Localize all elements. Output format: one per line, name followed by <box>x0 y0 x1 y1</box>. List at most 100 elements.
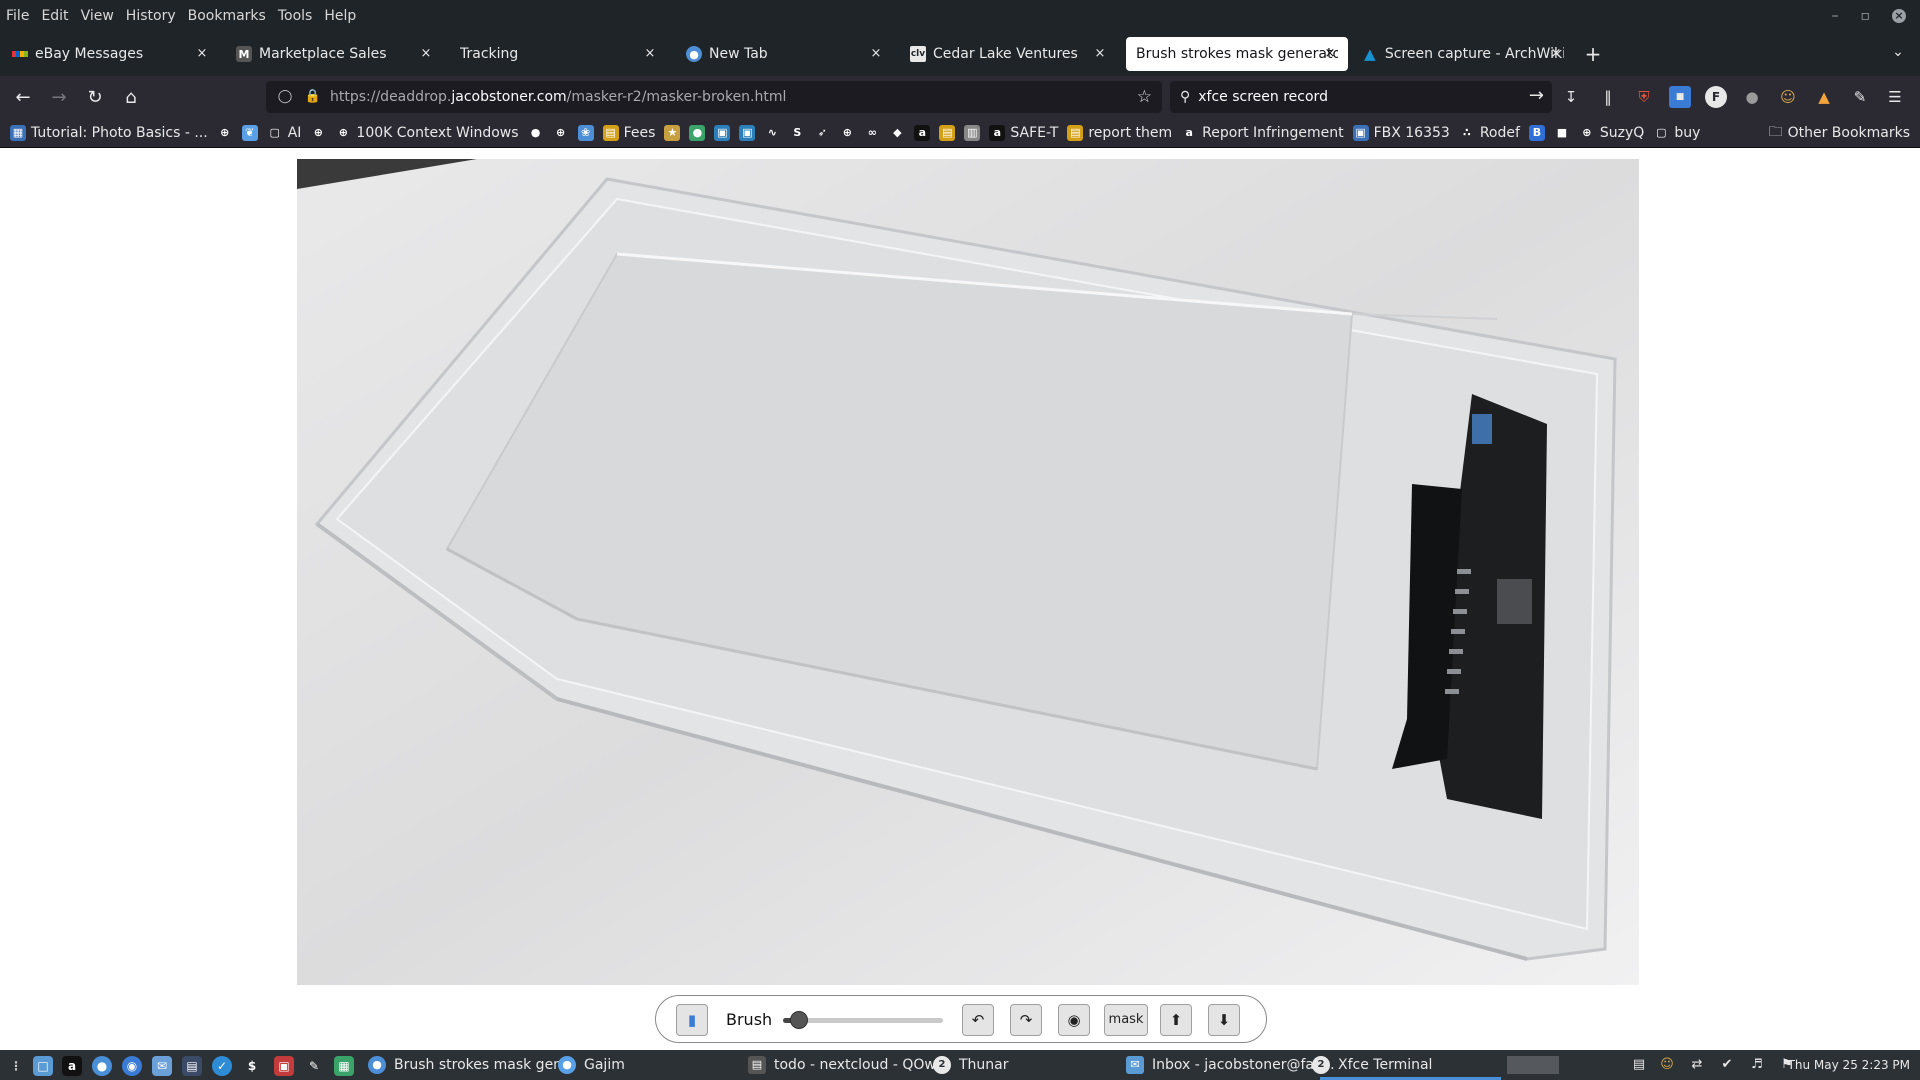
menu-bookmarks[interactable]: Bookmarks <box>188 8 266 24</box>
puzzle-extension-icon[interactable]: ● <box>1741 86 1763 108</box>
brush-size-slider[interactable] <box>783 1011 943 1029</box>
maximize-icon[interactable]: ▫ <box>1861 8 1871 24</box>
bookmark-star-icon[interactable]: ☆ <box>1137 87 1152 107</box>
bookmark-item[interactable]: ◆ <box>889 124 906 141</box>
close-tab-icon[interactable]: × <box>868 46 884 62</box>
apps-grid-icon[interactable]: ⋮ <box>6 1056 26 1076</box>
bookmark-item[interactable]: ● <box>689 124 706 141</box>
minimize-icon[interactable]: – <box>1832 8 1839 24</box>
bookmark-item[interactable]: ∞ <box>864 124 881 141</box>
close-tab-icon[interactable]: × <box>194 46 210 62</box>
tray-app-icon[interactable]: ☺ <box>1658 1056 1676 1074</box>
menu-edit[interactable]: Edit <box>41 8 68 24</box>
sheet-launcher-icon[interactable]: ▦ <box>334 1056 354 1076</box>
tab-new-tab[interactable]: ● New Tab × <box>676 37 894 71</box>
bookmark-item[interactable]: S <box>789 124 806 141</box>
new-tab-button[interactable]: + <box>1583 41 1603 67</box>
bookmark-item[interactable]: ▢ AI <box>266 124 301 141</box>
downloads-icon[interactable]: ↧ <box>1560 86 1582 108</box>
library-icon[interactable]: ‖ <box>1597 86 1619 108</box>
bookmark-item[interactable]: ▣ <box>714 124 731 141</box>
back-icon[interactable]: ← <box>9 84 37 112</box>
search-bar[interactable]: ⚲ xfce screen record → <box>1170 81 1552 113</box>
file-manager-icon[interactable]: □ <box>33 1056 53 1076</box>
bookmark-item[interactable]: ❦ <box>241 124 258 141</box>
bookmark-item[interactable]: ▣ FBX 16353 <box>1352 124 1450 141</box>
bookmark-item[interactable]: ⊕ 100K Context Windows <box>335 124 519 141</box>
lock-icon[interactable]: 🔒 <box>304 88 322 106</box>
bookmark-item[interactable]: ▦ Tutorial: Photo Basics - ... <box>10 124 208 141</box>
bookmark-item[interactable]: ▤ Fees <box>602 124 655 141</box>
extensions-icon[interactable]: ✎ <box>1849 86 1871 108</box>
bookmark-item[interactable]: ⊕ <box>552 124 569 141</box>
taskbar-window-browser[interactable]: ● Brush strokes mask gen... <box>368 1054 575 1076</box>
terminal-launcher-icon[interactable]: $ <box>242 1056 262 1076</box>
check-tray-icon[interactable]: ✔ <box>1718 1056 1736 1074</box>
url-text[interactable]: https://deaddrop.jacobstoner.com/masker-… <box>330 89 786 105</box>
clock[interactable]: Thu May 25 2:23 PM <box>1788 1058 1910 1072</box>
bookmark-item[interactable]: a SAFE-T <box>989 124 1058 141</box>
reload-icon[interactable]: ↻ <box>81 84 109 112</box>
bookmark-item[interactable]: ⊕ SuzyQ <box>1578 124 1644 141</box>
menu-history[interactable]: History <box>126 8 176 24</box>
face-extension-icon[interactable]: ☺ <box>1777 86 1799 108</box>
download-icon[interactable]: ⬇ <box>1208 1004 1240 1036</box>
check-launcher-icon[interactable]: ✓ <box>212 1056 232 1076</box>
other-bookmarks[interactable]: 🗀 Other Bookmarks <box>1769 118 1910 148</box>
bookmark-item[interactable]: ● <box>527 124 544 141</box>
tab-tracking[interactable]: Tracking × <box>450 37 668 71</box>
bookmark-item[interactable]: a <box>914 124 931 141</box>
bookmark-item[interactable]: ∿ <box>764 124 781 141</box>
folder-open-icon[interactable]: ▮ <box>676 1004 708 1036</box>
undo-icon[interactable]: ↶ <box>962 1004 994 1036</box>
bookmark-item[interactable]: ▣ <box>739 124 756 141</box>
f-extension-icon[interactable]: F <box>1705 86 1727 108</box>
redo-icon[interactable]: ↷ <box>1010 1004 1042 1036</box>
bookmark-item[interactable]: ⊕ <box>839 124 856 141</box>
close-tab-icon[interactable]: × <box>1092 46 1108 62</box>
bookmark-item[interactable]: ▤ <box>939 124 956 141</box>
menu-view[interactable]: View <box>81 8 114 24</box>
chat-launcher-icon[interactable]: ✉ <box>152 1056 172 1076</box>
brush-size-thumb[interactable] <box>790 1011 808 1029</box>
bookmark-item[interactable]: ∴ Rodef <box>1458 124 1520 141</box>
pdf-launcher-icon[interactable]: ▣ <box>274 1056 294 1076</box>
search-input[interactable]: xfce screen record <box>1198 89 1328 105</box>
bookmark-item[interactable]: ❀ <box>577 124 594 141</box>
close-tab-icon[interactable]: × <box>1322 46 1338 62</box>
bookmark-item[interactable]: ▥ <box>964 124 981 141</box>
bookmark-item[interactable]: ⊕ <box>310 124 327 141</box>
forward-icon[interactable]: → <box>45 84 73 112</box>
source-photo[interactable] <box>297 159 1639 985</box>
bookmark-item[interactable]: a Report Infringement <box>1181 124 1344 141</box>
firefox-launcher-icon[interactable]: ◉ <box>122 1056 142 1076</box>
bookmark-item[interactable]: ➶ <box>814 124 831 141</box>
notes-launcher-icon[interactable]: ✎ <box>304 1056 324 1076</box>
mask-button[interactable]: mask <box>1104 1004 1148 1036</box>
volume-icon[interactable]: ♬ <box>1748 1056 1766 1074</box>
tab-ebay-messages[interactable]: eBay Messages × <box>2 37 220 71</box>
taskbar-window-terminal[interactable]: 2 Xfce Terminal <box>1312 1054 1432 1076</box>
menu-file[interactable]: File <box>6 8 29 24</box>
amazon-launcher-icon[interactable]: a <box>62 1056 82 1076</box>
hamburger-menu-icon[interactable]: ☰ <box>1884 86 1906 108</box>
bookmark-item[interactable]: ⊕ <box>216 124 233 141</box>
bookmark-item[interactable]: ▤ report them <box>1067 124 1172 141</box>
menu-tools[interactable]: Tools <box>278 8 313 24</box>
tab-cedar-lake-ventures[interactable]: clv Cedar Lake Ventures × <box>900 37 1118 71</box>
upload-icon[interactable]: ⬆ <box>1160 1004 1192 1036</box>
tab-marketplace-sales[interactable]: M Marketplace Sales × <box>226 37 444 71</box>
taskbar-window-gajim[interactable]: ● Gajim <box>558 1054 625 1076</box>
url-bar[interactable]: ◯ 🔒 https://deaddrop.jacobstoner.com/mas… <box>266 81 1162 113</box>
network-icon[interactable]: ⇄ <box>1688 1056 1706 1074</box>
bookmark-item[interactable]: B <box>1528 124 1545 141</box>
close-window-icon[interactable]: × <box>1892 9 1906 23</box>
browser-launcher-icon[interactable]: ● <box>92 1056 112 1076</box>
editor-launcher-icon[interactable]: ▤ <box>182 1056 202 1076</box>
tracking-protection-shield-icon[interactable]: ◯ <box>276 88 294 106</box>
close-tab-icon[interactable]: × <box>1548 46 1564 62</box>
home-icon[interactable]: ⌂ <box>117 84 145 112</box>
cone-extension-icon[interactable]: ▲ <box>1813 86 1835 108</box>
menu-help[interactable]: Help <box>324 8 356 24</box>
eye-icon[interactable]: ◉ <box>1058 1004 1090 1036</box>
